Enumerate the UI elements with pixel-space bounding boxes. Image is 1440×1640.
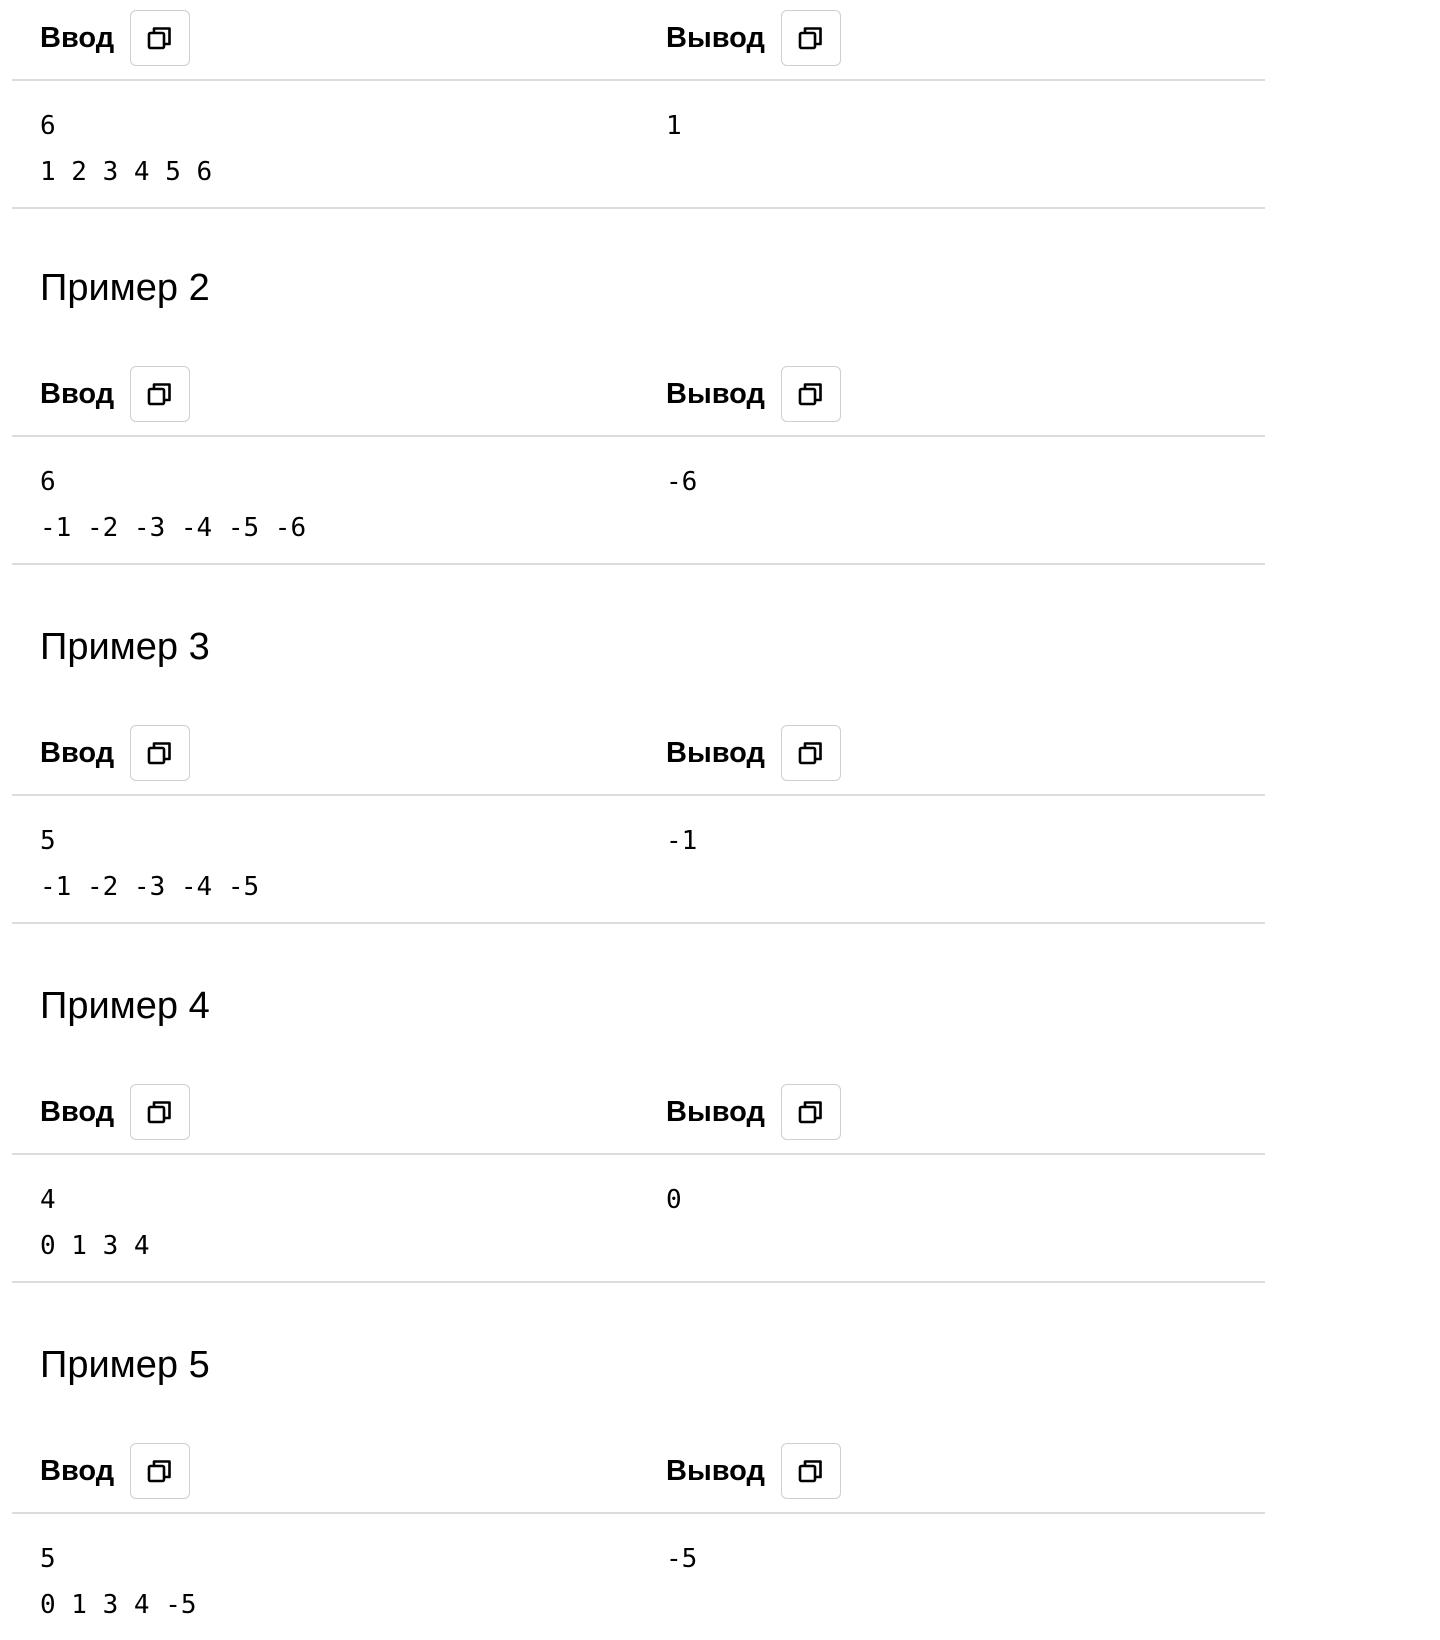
copy-icon bbox=[798, 1101, 822, 1124]
copy-icon bbox=[147, 27, 171, 50]
copy-icon bbox=[147, 383, 171, 406]
output-text: 1 bbox=[666, 103, 682, 149]
input-label: Ввод bbox=[40, 22, 115, 54]
input-header: Ввод bbox=[40, 1443, 191, 1499]
input-line: 0 1 3 4 bbox=[40, 1231, 150, 1261]
example-body-row: 6 -1 -2 -3 -4 -5 -6 -6 bbox=[12, 437, 1265, 565]
copy-icon bbox=[798, 742, 822, 765]
output-line: 0 bbox=[666, 1185, 682, 1215]
example-title-2: Пример 2 bbox=[40, 267, 210, 309]
output-label: Вывод bbox=[666, 378, 765, 410]
copy-input-button[interactable] bbox=[130, 366, 191, 422]
input-text: 5 -1 -2 -3 -4 -5 bbox=[40, 818, 259, 910]
copy-icon bbox=[147, 742, 171, 765]
copy-icon bbox=[147, 1460, 171, 1483]
example-body-row: 5 0 1 3 4 -5 -5 bbox=[12, 1514, 1265, 1640]
copy-icon bbox=[147, 1101, 171, 1124]
input-text: 6 -1 -2 -3 -4 -5 -6 bbox=[40, 459, 306, 551]
input-label: Ввод bbox=[40, 378, 115, 410]
output-header: Вывод bbox=[666, 10, 841, 66]
copy-icon bbox=[798, 27, 822, 50]
copy-output-button[interactable] bbox=[780, 1443, 841, 1499]
copy-icon bbox=[798, 1460, 822, 1483]
input-header: Ввод bbox=[40, 1084, 191, 1140]
input-header: Ввод bbox=[40, 366, 191, 422]
input-line: 6 bbox=[40, 111, 56, 141]
example-block-4: Ввод Вывод 4 0 1 3 4 0 bbox=[12, 1074, 1265, 1283]
output-header: Вывод bbox=[666, 1084, 841, 1140]
output-label: Вывод bbox=[666, 737, 765, 769]
output-text: -6 bbox=[666, 459, 697, 505]
example-title-4: Пример 4 bbox=[40, 985, 210, 1027]
output-text: -5 bbox=[666, 1536, 697, 1582]
example-header-row: Ввод Вывод bbox=[12, 715, 1265, 796]
input-header: Ввод bbox=[40, 725, 191, 781]
input-header: Ввод bbox=[40, 10, 191, 66]
input-line: 5 bbox=[40, 1544, 56, 1574]
copy-output-button[interactable] bbox=[780, 1084, 841, 1140]
output-header: Вывод bbox=[666, 366, 841, 422]
input-label: Ввод bbox=[40, 1455, 115, 1487]
input-line: 0 1 3 4 -5 bbox=[40, 1590, 197, 1620]
output-text: -1 bbox=[666, 818, 697, 864]
input-text: 4 0 1 3 4 bbox=[40, 1177, 150, 1269]
example-block-1: Ввод Вывод 6 1 2 3 4 5 6 1 bbox=[12, 0, 1265, 209]
input-line: 6 bbox=[40, 467, 56, 497]
example-block-3: Ввод Вывод 5 -1 -2 -3 -4 -5 -1 bbox=[12, 715, 1265, 924]
example-header-row: Ввод Вывод bbox=[12, 0, 1265, 81]
copy-input-button[interactable] bbox=[130, 10, 191, 66]
examples-page: Ввод Вывод 6 1 2 3 4 5 6 1 Пример 2 Ввод bbox=[0, 0, 1440, 1630]
input-line: 4 bbox=[40, 1185, 56, 1215]
output-line: -6 bbox=[666, 467, 698, 497]
example-block-2: Ввод Вывод 6 -1 -2 -3 -4 -5 -6 -6 bbox=[12, 356, 1265, 565]
copy-output-button[interactable] bbox=[780, 10, 841, 66]
example-header-row: Ввод Вывод bbox=[12, 356, 1265, 437]
input-line: -1 -2 -3 -4 -5 -6 bbox=[40, 513, 307, 543]
example-title-3: Пример 3 bbox=[40, 626, 210, 668]
copy-icon bbox=[798, 383, 822, 406]
output-line: -1 bbox=[666, 826, 698, 856]
output-line: -5 bbox=[666, 1544, 698, 1574]
example-body-row: 4 0 1 3 4 0 bbox=[12, 1155, 1265, 1283]
input-label: Ввод bbox=[40, 1096, 115, 1128]
input-line: 5 bbox=[40, 826, 56, 856]
output-header: Вывод bbox=[666, 725, 841, 781]
output-header: Вывод bbox=[666, 1443, 841, 1499]
input-line: 1 2 3 4 5 6 bbox=[40, 157, 213, 187]
output-label: Вывод bbox=[666, 1096, 765, 1128]
output-label: Вывод bbox=[666, 22, 765, 54]
output-text: 0 bbox=[666, 1177, 682, 1223]
example-header-row: Ввод Вывод bbox=[12, 1433, 1265, 1514]
example-block-5: Ввод Вывод 5 0 1 3 4 -5 -5 bbox=[12, 1433, 1265, 1640]
example-header-row: Ввод Вывод bbox=[12, 1074, 1265, 1155]
input-line: -1 -2 -3 -4 -5 bbox=[40, 872, 260, 902]
input-text: 6 1 2 3 4 5 6 bbox=[40, 103, 212, 195]
copy-input-button[interactable] bbox=[130, 1084, 191, 1140]
copy-output-button[interactable] bbox=[780, 366, 841, 422]
output-line: 1 bbox=[666, 111, 682, 141]
example-body-row: 5 -1 -2 -3 -4 -5 -1 bbox=[12, 796, 1265, 924]
copy-input-button[interactable] bbox=[130, 1443, 191, 1499]
copy-input-button[interactable] bbox=[130, 725, 191, 781]
input-label: Ввод bbox=[40, 737, 115, 769]
copy-output-button[interactable] bbox=[780, 725, 841, 781]
output-label: Вывод bbox=[666, 1455, 765, 1487]
input-text: 5 0 1 3 4 -5 bbox=[40, 1536, 197, 1628]
example-title-5: Пример 5 bbox=[40, 1344, 210, 1386]
example-body-row: 6 1 2 3 4 5 6 1 bbox=[12, 81, 1265, 209]
